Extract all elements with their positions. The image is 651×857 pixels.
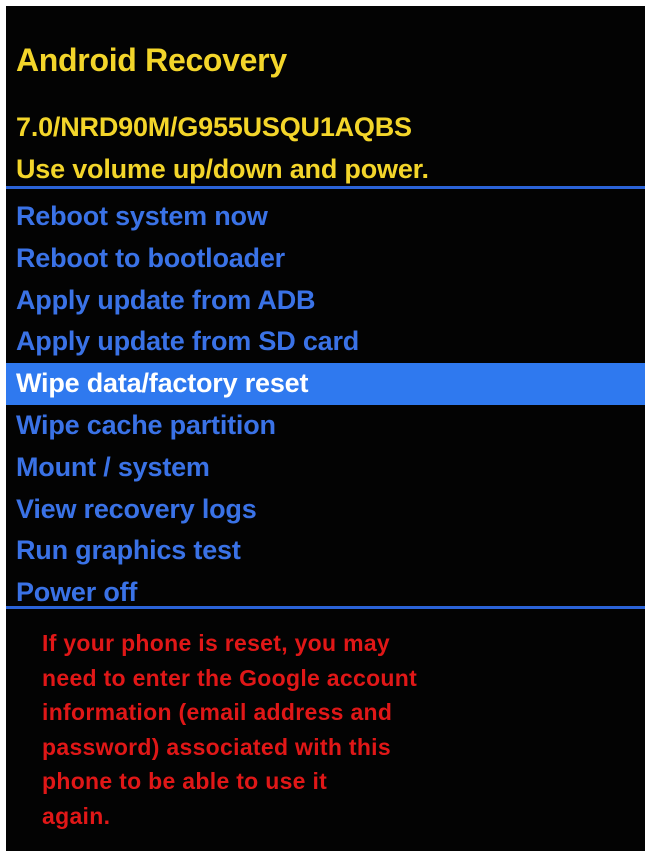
build-version: 7.0/NRD90M/G955USQU1AQBS — [16, 112, 412, 142]
menu-item-mount-system[interactable]: Mount / system — [6, 447, 645, 489]
menu-item-view-logs[interactable]: View recovery logs — [6, 489, 645, 531]
menu-item-apply-update-adb[interactable]: Apply update from ADB — [6, 280, 645, 322]
menu-item-reboot-bootloader[interactable]: Reboot to bootloader — [6, 238, 645, 280]
menu-item-reboot-system[interactable]: Reboot system now — [6, 196, 645, 238]
warning-message: If your phone is reset, you may need to … — [42, 630, 418, 829]
menu-item-wipe-cache[interactable]: Wipe cache partition — [6, 405, 645, 447]
menu-item-apply-update-sd[interactable]: Apply update from SD card — [6, 321, 645, 363]
bottom-divider — [6, 606, 645, 609]
page-title: Android Recovery — [16, 42, 287, 78]
recovery-menu: Reboot system now Reboot to bootloader A… — [6, 196, 645, 614]
instructions-text: Use volume up/down and power. — [16, 154, 429, 184]
menu-item-graphics-test[interactable]: Run graphics test — [6, 530, 645, 572]
recovery-screen: Android Recovery 7.0/NRD90M/G955USQU1AQB… — [6, 6, 645, 851]
menu-item-wipe-data[interactable]: Wipe data/factory reset — [6, 363, 645, 405]
top-divider — [6, 186, 645, 189]
